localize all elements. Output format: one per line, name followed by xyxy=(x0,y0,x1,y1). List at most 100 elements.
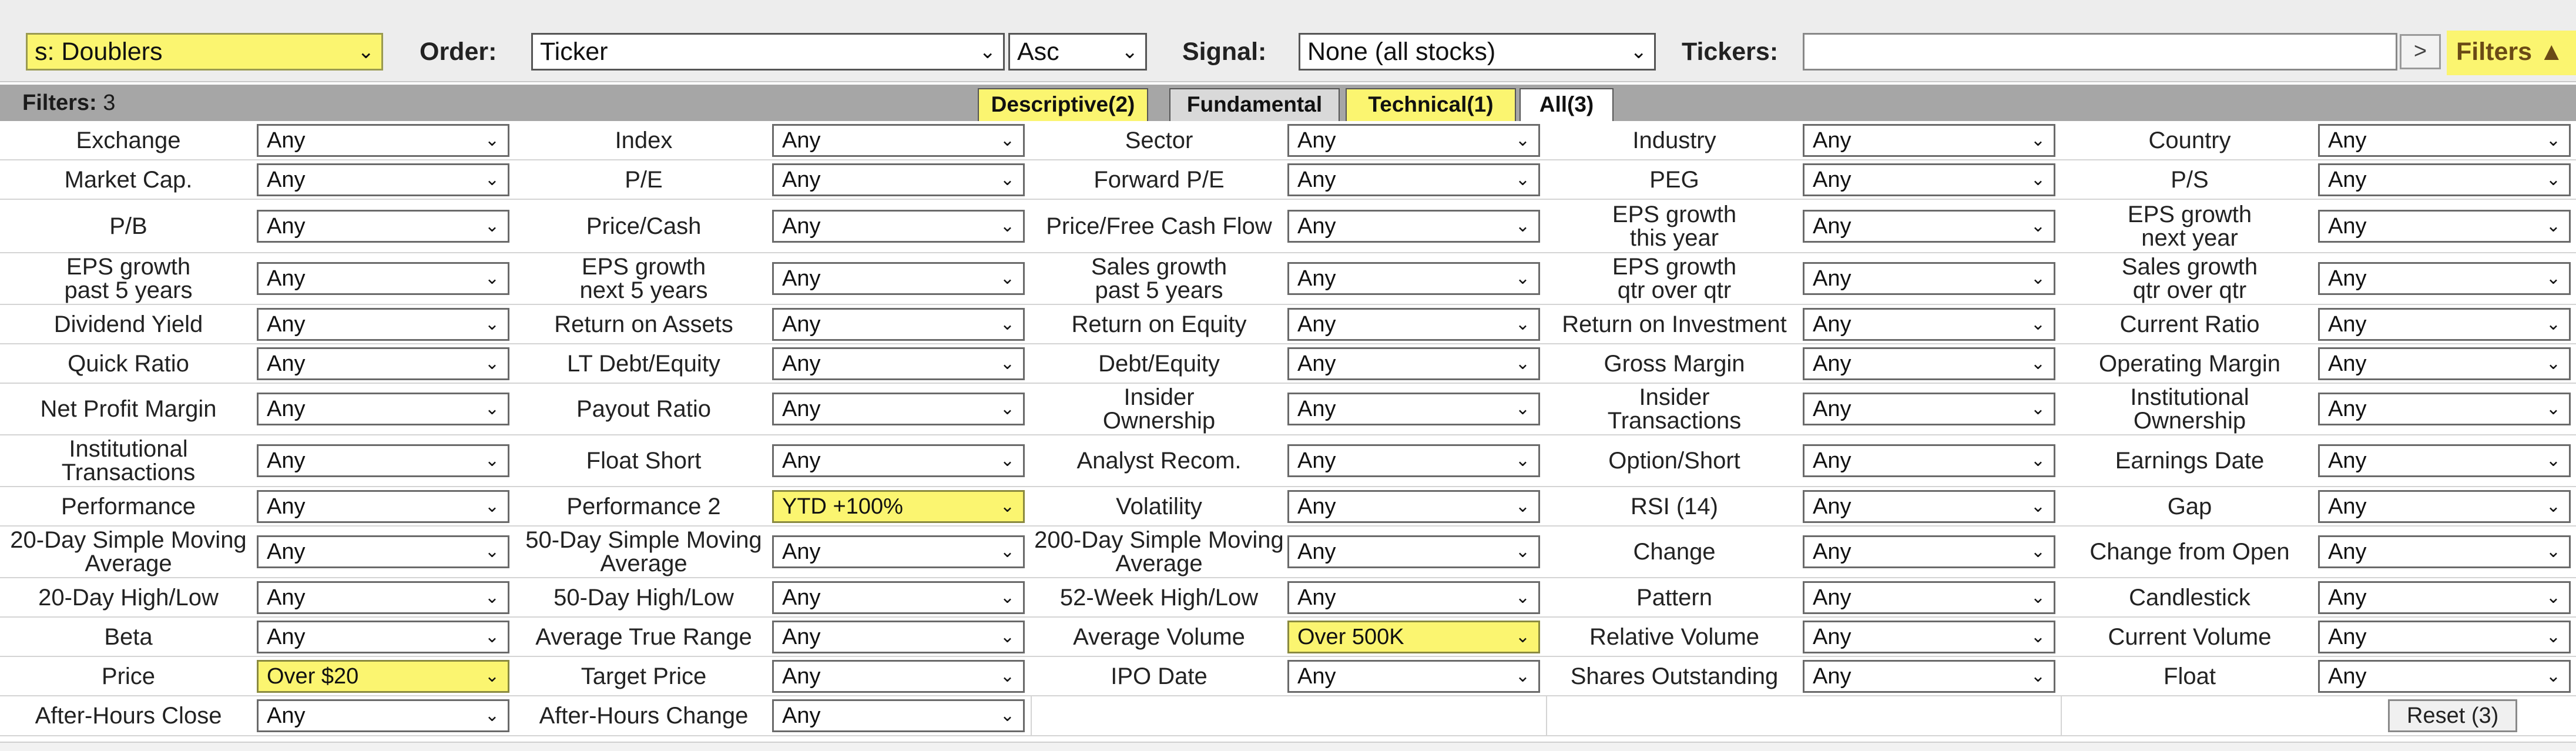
filter-select[interactable]: Any ⌄ xyxy=(772,307,1025,341)
chevron-down-icon: ⌄ xyxy=(2545,666,2561,686)
filter-label: EPS growth next year xyxy=(2127,201,2252,251)
filter-select[interactable]: Any ⌄ xyxy=(257,620,509,653)
filter-select[interactable]: Any ⌄ xyxy=(2318,307,2571,341)
tab-fundamental[interactable]: Fundamental xyxy=(1169,88,1340,121)
filter-select[interactable]: Any ⌄ xyxy=(772,581,1025,614)
filter-select[interactable]: Any ⌄ xyxy=(257,123,509,157)
filter-select[interactable]: Any ⌄ xyxy=(1287,535,1540,568)
filter-select[interactable]: Any ⌄ xyxy=(257,535,509,568)
filter-cell: After-Hours Close Any ⌄ xyxy=(0,696,515,735)
filter-select[interactable]: Any ⌄ xyxy=(1287,123,1540,157)
filter-select[interactable]: Any ⌄ xyxy=(1803,659,2055,693)
filter-select[interactable]: Any ⌄ xyxy=(1287,347,1540,380)
filter-select[interactable]: Any ⌄ xyxy=(1803,490,2055,523)
filter-select[interactable]: Any ⌄ xyxy=(257,393,509,425)
filter-label: 20-Day Simple Moving Average xyxy=(10,527,247,576)
order-direction-select[interactable]: Asc ⌄ xyxy=(1008,33,1147,71)
filter-select[interactable]: Any ⌄ xyxy=(257,444,509,477)
filter-select[interactable]: Any ⌄ xyxy=(772,393,1025,425)
filter-select[interactable]: Any ⌄ xyxy=(257,262,509,295)
filter-select[interactable]: Any ⌄ xyxy=(257,347,509,380)
filter-select[interactable]: Any ⌄ xyxy=(1287,262,1540,295)
filter-select[interactable]: Any ⌄ xyxy=(772,535,1025,568)
filter-select[interactable]: Any ⌄ xyxy=(257,163,509,196)
filter-select[interactable]: Any ⌄ xyxy=(1803,444,2055,477)
filter-select[interactable]: Any ⌄ xyxy=(1287,209,1540,243)
signal-select[interactable]: None (all stocks) ⌄ xyxy=(1299,33,1656,71)
filter-label: Analyst Recom. xyxy=(1076,448,1242,474)
filter-select[interactable]: Any ⌄ xyxy=(257,581,509,614)
filter-select[interactable]: Over $20 ⌄ xyxy=(257,659,509,693)
filters-toggle-button[interactable]: Filters ▲ xyxy=(2447,31,2576,75)
filter-select[interactable]: Any ⌄ xyxy=(1287,581,1540,614)
filter-select[interactable]: Any ⌄ xyxy=(1287,307,1540,341)
filter-select[interactable]: Any ⌄ xyxy=(772,659,1025,693)
filter-select[interactable]: Any ⌄ xyxy=(257,307,509,341)
filter-select[interactable]: Any ⌄ xyxy=(1803,209,2055,243)
filter-cell: 52-Week High/Low Any ⌄ xyxy=(1031,578,1546,616)
filter-select[interactable]: Any ⌄ xyxy=(1803,393,2055,425)
filter-value: YTD +100% xyxy=(782,494,903,519)
chevron-down-icon: ⌄ xyxy=(1515,216,1530,236)
filter-select[interactable]: Any ⌄ xyxy=(1803,123,2055,157)
filter-select[interactable]: Any ⌄ xyxy=(2318,620,2571,653)
filter-select[interactable]: Any ⌄ xyxy=(257,209,509,243)
filter-cell: PEG Any ⌄ xyxy=(1546,160,2061,199)
filter-select[interactable]: Any ⌄ xyxy=(1803,620,2055,653)
filter-value: Any xyxy=(2328,663,2367,689)
filter-select[interactable]: Any ⌄ xyxy=(257,699,509,732)
filter-label: Exchange xyxy=(76,127,181,153)
filter-select[interactable]: Any ⌄ xyxy=(772,347,1025,380)
filter-select[interactable]: Over 500K ⌄ xyxy=(1287,620,1540,653)
tab-technical[interactable]: Technical(1) xyxy=(1346,88,1516,121)
filter-label: After-Hours Close xyxy=(35,703,222,729)
preset-select[interactable]: s: Doublers ⌄ xyxy=(26,33,383,71)
filter-row: Net Profit Margin Any ⌄ Payout Ratio Any ⌄ Ins… xyxy=(0,384,2576,435)
filter-select[interactable]: Any ⌄ xyxy=(2318,535,2571,568)
filter-select[interactable]: Any ⌄ xyxy=(772,699,1025,732)
filter-select[interactable]: Any ⌄ xyxy=(2318,347,2571,380)
filter-select[interactable]: Any ⌄ xyxy=(1803,535,2055,568)
filter-select[interactable]: Any ⌄ xyxy=(2318,490,2571,523)
filter-select[interactable]: Any ⌄ xyxy=(772,123,1025,157)
filter-cell: Float Any ⌄ xyxy=(2061,657,2576,695)
filter-select[interactable]: Any ⌄ xyxy=(772,163,1025,196)
filter-value: Any xyxy=(1297,448,1336,473)
filter-select[interactable]: Any ⌄ xyxy=(1287,393,1540,425)
filter-select[interactable]: YTD +100% ⌄ xyxy=(772,490,1025,523)
tickers-go-button[interactable]: > xyxy=(2400,34,2441,69)
filter-select[interactable]: Any ⌄ xyxy=(2318,163,2571,196)
filter-select[interactable]: Any ⌄ xyxy=(1803,581,2055,614)
reset-filters-button[interactable]: Reset (3) xyxy=(2388,699,2518,732)
filter-select[interactable]: Any ⌄ xyxy=(2318,123,2571,157)
filter-select[interactable]: Any ⌄ xyxy=(257,490,509,523)
filter-select[interactable]: Any ⌄ xyxy=(1803,347,2055,380)
filter-select[interactable]: Any ⌄ xyxy=(1803,262,2055,295)
chevron-down-icon: ⌄ xyxy=(1515,666,1530,686)
tab-descriptive[interactable]: Descriptive(2) xyxy=(978,88,1148,121)
filter-select[interactable]: Any ⌄ xyxy=(2318,209,2571,243)
filter-select[interactable]: Any ⌄ xyxy=(772,620,1025,653)
filter-select[interactable]: Any ⌄ xyxy=(1803,163,2055,196)
filter-select[interactable]: Any ⌄ xyxy=(2318,262,2571,295)
filter-value: Any xyxy=(2328,128,2367,153)
filter-select[interactable]: Any ⌄ xyxy=(1803,307,2055,341)
tab-all[interactable]: All(3) xyxy=(1520,88,1614,121)
filter-cell: Operating Margin Any ⌄ xyxy=(2061,344,2576,383)
filter-select[interactable]: Any ⌄ xyxy=(1287,163,1540,196)
filter-select[interactable]: Any ⌄ xyxy=(2318,444,2571,477)
filter-select[interactable]: Any ⌄ xyxy=(772,444,1025,477)
filter-label: Return on Investment xyxy=(1562,311,1787,337)
filter-select[interactable]: Any ⌄ xyxy=(1287,444,1540,477)
filter-row: Performance Any ⌄ Performance 2 YTD +100% ⌄ Vo… xyxy=(0,487,2576,527)
tickers-input[interactable] xyxy=(1803,33,2397,71)
filter-cell: Debt/Equity Any ⌄ xyxy=(1031,344,1546,383)
filter-select[interactable]: Any ⌄ xyxy=(1287,659,1540,693)
filter-select[interactable]: Any ⌄ xyxy=(2318,581,2571,614)
filter-select[interactable]: Any ⌄ xyxy=(772,262,1025,295)
filter-select[interactable]: Any ⌄ xyxy=(1287,490,1540,523)
filter-select[interactable]: Any ⌄ xyxy=(2318,659,2571,693)
filter-select[interactable]: Any ⌄ xyxy=(2318,393,2571,425)
filter-select[interactable]: Any ⌄ xyxy=(772,209,1025,243)
order-select[interactable]: Ticker ⌄ xyxy=(531,33,1005,71)
